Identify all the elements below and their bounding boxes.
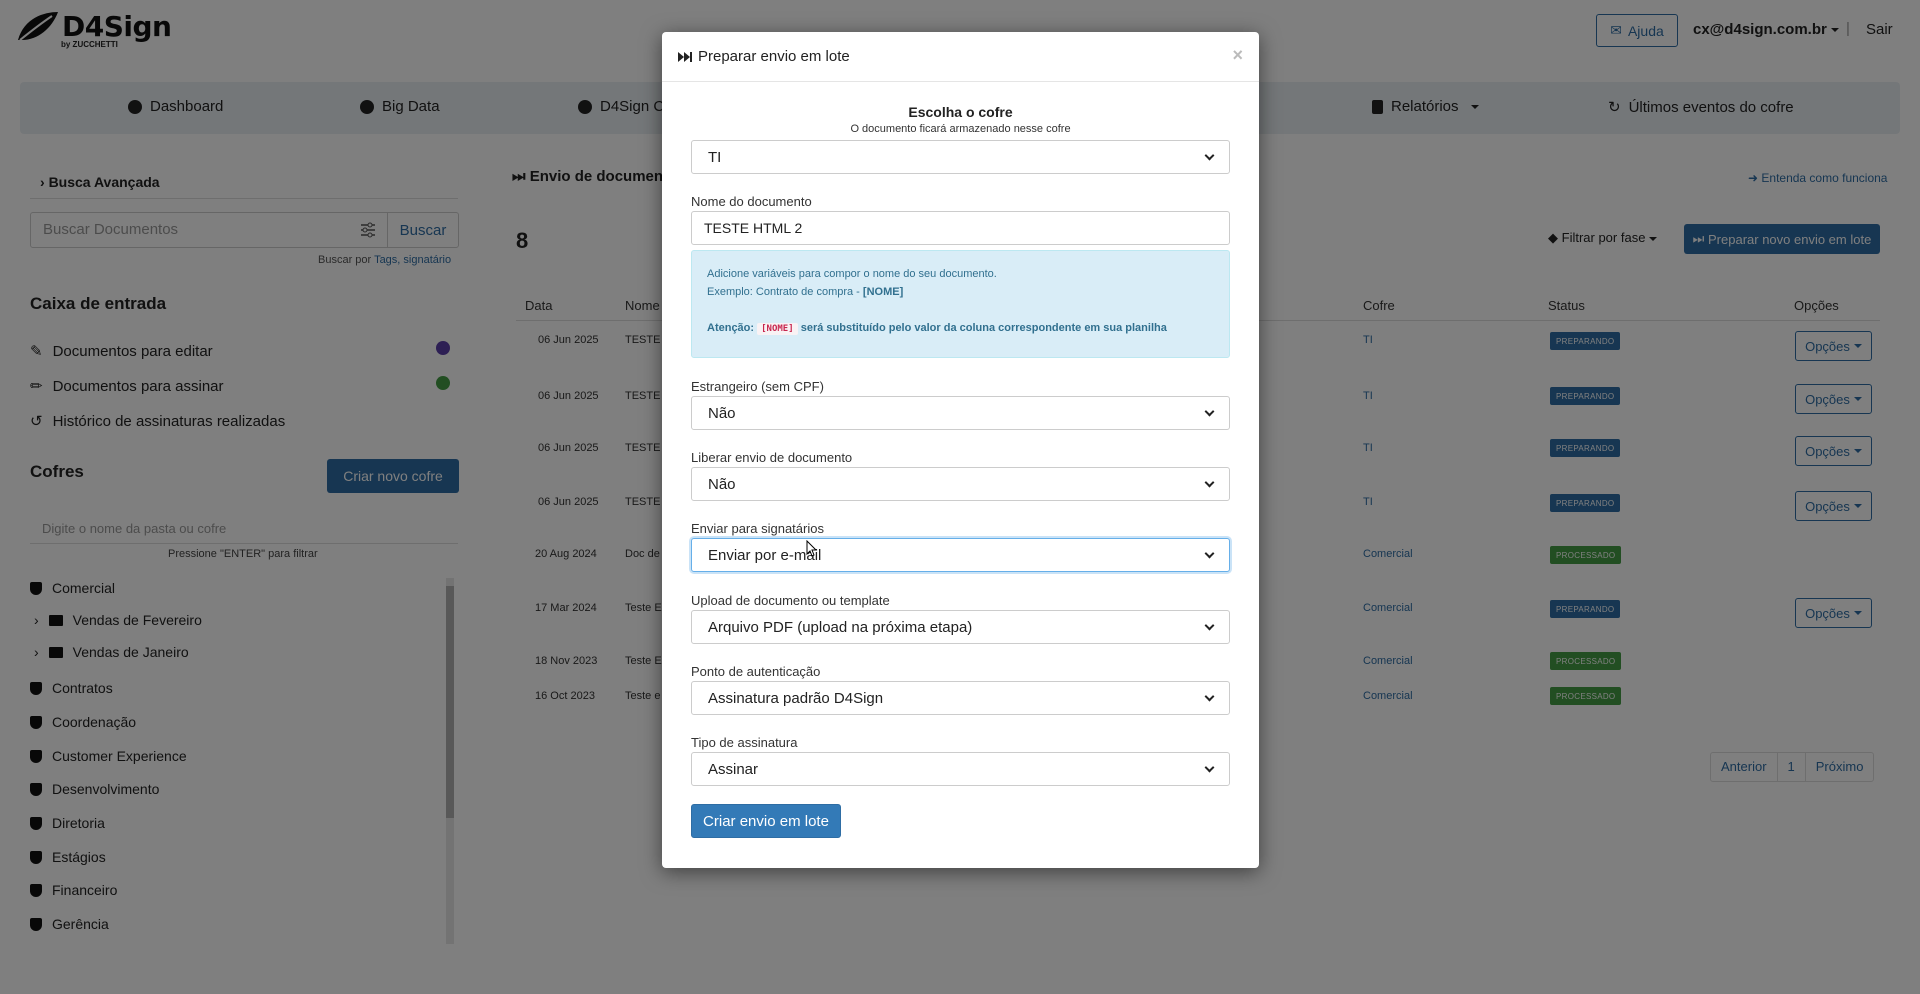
send-method-select[interactable]: Enviar por e-mail	[691, 538, 1230, 572]
chevron-down-icon	[1204, 691, 1215, 701]
chevron-down-icon	[1204, 406, 1215, 416]
sigtype-label: Tipo de assinatura	[691, 735, 798, 750]
chevron-down-icon	[1204, 762, 1215, 772]
batch-send-modal: Preparar envio em lote × Escolha o cofre…	[662, 32, 1259, 868]
chevron-down-icon	[1204, 548, 1215, 558]
info-line-2: Exemplo: Contrato de compra - [NOME]	[707, 286, 904, 298]
auth-label: Ponto de autenticação	[691, 664, 821, 679]
foreigner-select[interactable]: Não	[691, 396, 1230, 430]
chevron-down-icon	[1204, 620, 1215, 630]
info-line-1: Adicione variáveis para compor o nome do…	[707, 268, 997, 280]
vault-heading-title: Escolha o cofre	[908, 104, 1013, 120]
info-attention: Atenção: [NOME] será substituído pelo va…	[707, 322, 1167, 335]
doc-name-label: Nome do documento	[691, 194, 812, 209]
create-batch-button[interactable]: Criar envio em lote	[691, 804, 841, 838]
modal-title: Preparar envio em lote	[678, 48, 850, 65]
mouse-cursor-icon	[806, 540, 818, 557]
doc-name-input[interactable]: TESTE HTML 2	[691, 211, 1230, 245]
release-select[interactable]: Não	[691, 467, 1230, 501]
chevron-down-icon	[1204, 150, 1215, 160]
send-label: Enviar para signatários	[691, 521, 824, 536]
upload-label: Upload de documento ou template	[691, 593, 890, 608]
foreigner-label: Estrangeiro (sem CPF)	[691, 379, 824, 394]
vault-heading: Escolha o cofre O documento ficará armaz…	[662, 104, 1259, 135]
upload-select[interactable]: Arquivo PDF (upload na próxima etapa)	[691, 610, 1230, 644]
vault-select[interactable]: TI	[691, 140, 1230, 174]
modal-header: Preparar envio em lote ×	[662, 32, 1259, 82]
sigtype-select[interactable]: Assinar	[691, 752, 1230, 786]
chevron-down-icon	[1204, 477, 1215, 487]
close-icon[interactable]: ×	[1232, 45, 1243, 66]
variables-info-box: Adicione variáveis para compor o nome do…	[691, 250, 1230, 358]
vault-heading-subtitle: O documento ficará armazenado nesse cofr…	[850, 123, 1071, 135]
release-label: Liberar envio de documento	[691, 450, 853, 465]
fast-forward-icon	[678, 51, 692, 62]
auth-select[interactable]: Assinatura padrão D4Sign	[691, 681, 1230, 715]
